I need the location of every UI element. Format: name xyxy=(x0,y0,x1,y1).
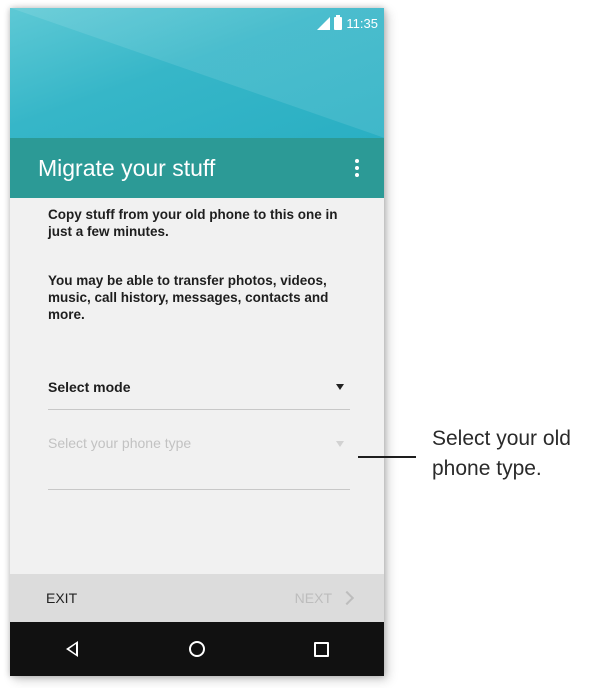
intro-text: Copy stuff from your old phone to this o… xyxy=(48,207,338,239)
home-icon xyxy=(188,641,205,657)
toolbar: Migrate your stuff xyxy=(10,138,384,198)
select-mode-dropdown[interactable]: Select mode xyxy=(48,364,350,410)
phone-type-dropdown[interactable]: Select your phone type xyxy=(48,420,350,490)
content-area: Copy stuff from your old phone to this o… xyxy=(48,206,348,323)
battery-icon xyxy=(334,14,343,30)
next-label: NEXT xyxy=(294,590,332,606)
next-button[interactable]: NEXT xyxy=(294,590,355,606)
chevron-right-icon xyxy=(339,590,355,606)
exit-button[interactable]: EXIT xyxy=(46,590,77,606)
dropdown-arrow-icon xyxy=(336,441,344,447)
callout-line xyxy=(358,456,416,458)
page-title: Migrate your stuff xyxy=(38,154,216,181)
recents-button[interactable] xyxy=(292,629,352,669)
back-icon xyxy=(66,641,79,657)
overflow-menu-icon[interactable] xyxy=(352,159,362,177)
select-mode-label: Select mode xyxy=(48,378,131,395)
status-time: 11:35 xyxy=(346,15,378,31)
navigation-bar xyxy=(10,622,384,676)
recents-icon xyxy=(314,641,330,657)
signal-icon xyxy=(317,16,331,30)
callout-text: Select your old phone type. xyxy=(432,427,571,480)
phone-screen: 11:35 Migrate your stuff Copy stuff from… xyxy=(10,8,384,676)
transfer-info-text: You may be able to transfer photos, vide… xyxy=(48,273,329,322)
dropdown-arrow-icon xyxy=(336,383,344,390)
bottom-action-bar: EXIT NEXT xyxy=(10,574,384,622)
home-button[interactable] xyxy=(167,629,227,669)
back-button[interactable] xyxy=(42,629,102,669)
phone-type-placeholder: Select your phone type xyxy=(48,435,192,451)
header-background: 11:35 xyxy=(10,8,384,138)
status-bar: 11:35 xyxy=(317,14,378,32)
